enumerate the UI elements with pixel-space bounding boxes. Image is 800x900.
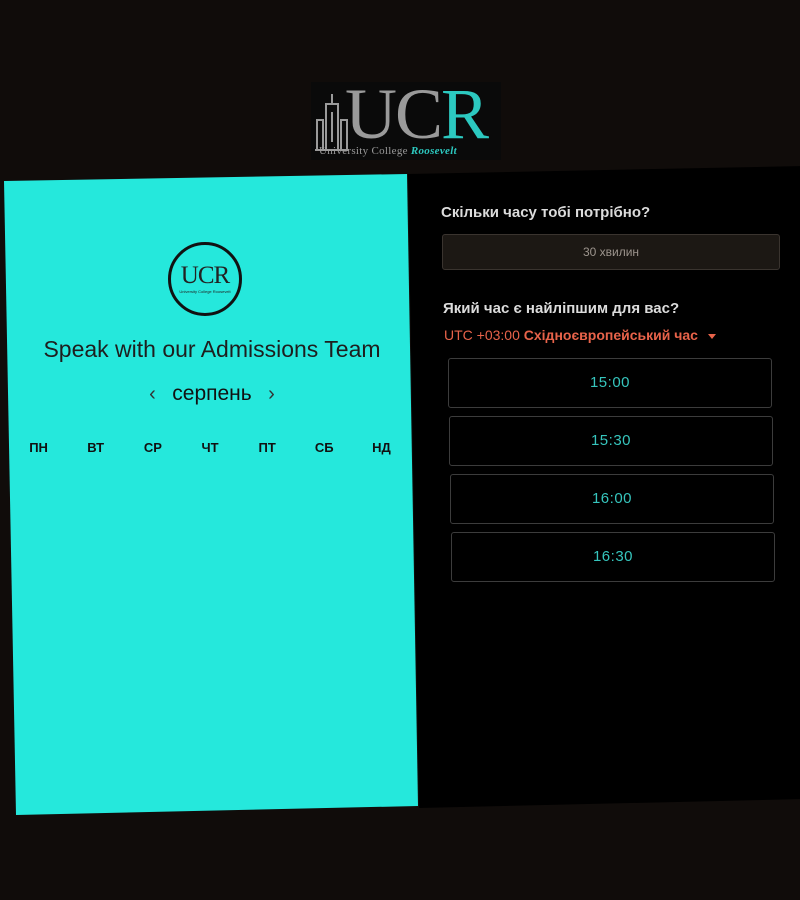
timezone-offset: UTC +03:00	[444, 327, 520, 343]
weekday-fri: ПТ	[258, 440, 276, 455]
logo-subtitle: University College Roosevelt	[319, 145, 457, 157]
time-slot-button[interactable]: 16:30	[451, 532, 775, 582]
logo-r: R	[441, 74, 489, 154]
time-slot-button[interactable]: 15:00	[448, 358, 772, 408]
time-selection-panel: Скільки часу тобі потрібно? 30 хвилин Як…	[408, 166, 800, 808]
duration-question: Скільки часу тобі потрібно?	[441, 204, 651, 221]
weekday-tue: ВТ	[87, 440, 105, 455]
timezone-name: Східноєвропейський час	[523, 327, 698, 343]
logo-uc: UC	[345, 74, 443, 154]
weekday-mon: ПН	[29, 440, 48, 455]
calendar-logo-text: UCR	[180, 262, 230, 289]
weekday-wed: СР	[143, 440, 162, 455]
ucr-logo: UCR University College Roosevelt	[311, 74, 501, 160]
logo-subtitle-plain: University College	[319, 145, 411, 157]
next-month-icon[interactable]: ›	[256, 383, 287, 406]
caret-down-icon	[707, 333, 716, 339]
timezone-selector[interactable]: UTC +03:00 Східноєвропейський час	[444, 327, 716, 343]
logo-subtitle-accent: Roosevelt	[410, 145, 457, 157]
weekday-sat: СБ	[314, 440, 334, 455]
month-label: серпень	[172, 382, 252, 405]
weekday-sun: НД	[372, 440, 391, 455]
weekday-thu: ЧТ	[201, 440, 219, 455]
time-question: Який час є найліпшим для вас?	[443, 300, 680, 317]
weekday-header: ПН ВТ СР ЧТ ПТ СБ НД	[10, 440, 410, 455]
calendar-logo-subtext: University College Roosevelt	[179, 289, 231, 294]
logo-letters: UCR	[345, 74, 489, 154]
calendar-panel: UCR University College Roosevelt Speak w…	[4, 174, 418, 815]
prev-month-icon[interactable]: ‹	[137, 383, 168, 406]
month-navigation: ‹ серпень ›	[4, 382, 418, 406]
booking-card: UCR University College Roosevelt Speak w…	[4, 166, 800, 816]
calendar-logo: UCR University College Roosevelt	[168, 242, 242, 316]
duration-select[interactable]: 30 хвилин	[442, 234, 780, 270]
calendar-title: Speak with our Admissions Team	[43, 336, 381, 362]
time-slot-button[interactable]: 15:30	[449, 416, 773, 466]
time-slot-button[interactable]: 16:00	[450, 474, 774, 524]
